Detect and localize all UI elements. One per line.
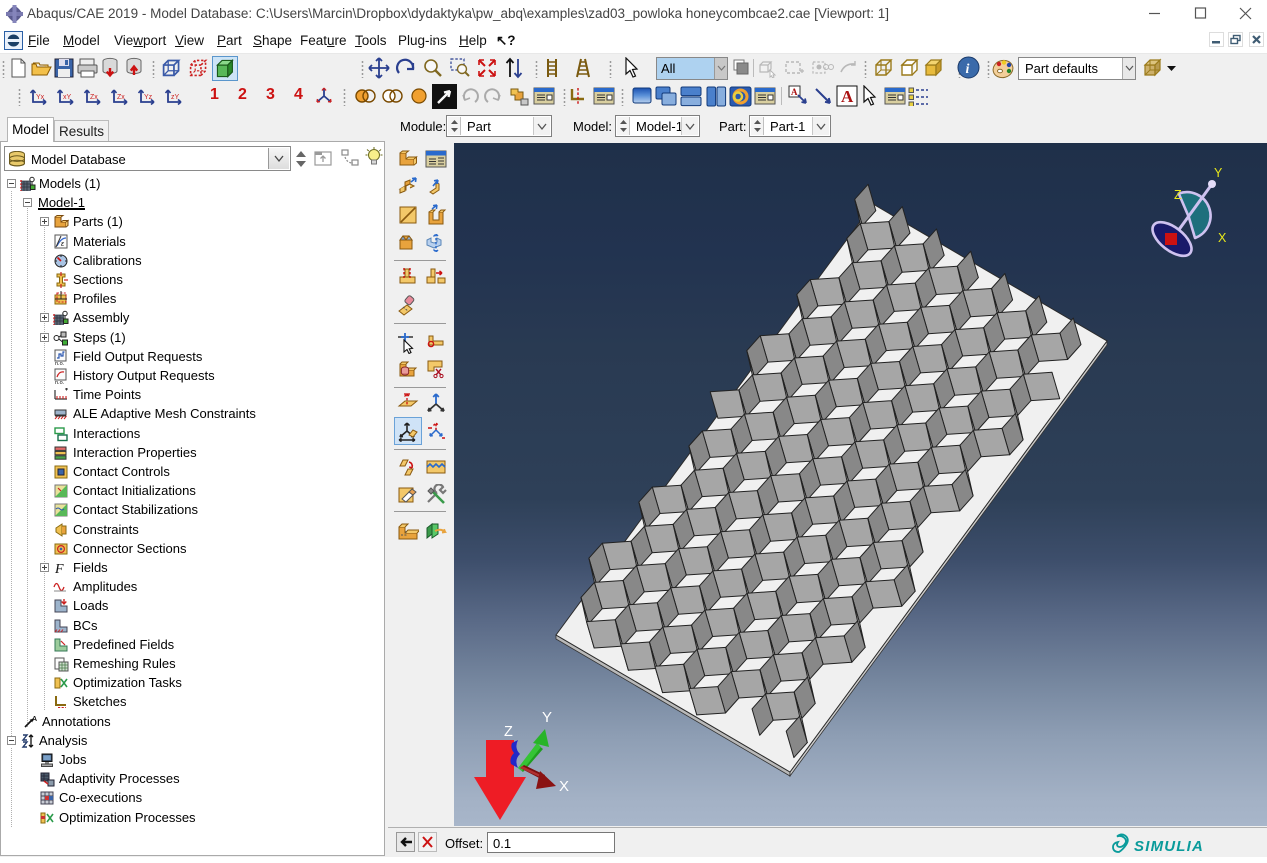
svg-text:A: A bbox=[791, 87, 798, 97]
svg-text:X: X bbox=[559, 778, 569, 795]
svg-text:A: A bbox=[32, 716, 37, 723]
svg-text:n.o.: n.o. bbox=[55, 361, 65, 365]
svg-text:n.o.: n.o. bbox=[55, 380, 65, 384]
svg-text:Z: Z bbox=[504, 724, 513, 740]
svg-text:Y: Y bbox=[1214, 166, 1223, 180]
svg-text:Zx: Zx bbox=[117, 94, 125, 101]
svg-text:Yz: Yz bbox=[144, 94, 153, 101]
svg-text:SIMULIA: SIMULIA bbox=[1134, 838, 1204, 855]
svg-text:Y: Y bbox=[542, 709, 552, 726]
svg-text:Yx: Yx bbox=[36, 94, 45, 101]
svg-text:Z: Z bbox=[1174, 188, 1182, 202]
svg-text:zY: zY bbox=[171, 94, 180, 101]
svg-text:X: X bbox=[1218, 231, 1227, 245]
svg-text:i: i bbox=[966, 62, 970, 77]
svg-text:F: F bbox=[54, 562, 64, 576]
svg-text:Zx: Zx bbox=[90, 94, 98, 101]
svg-text:A: A bbox=[841, 87, 854, 106]
svg-text:xY: xY bbox=[63, 94, 72, 101]
